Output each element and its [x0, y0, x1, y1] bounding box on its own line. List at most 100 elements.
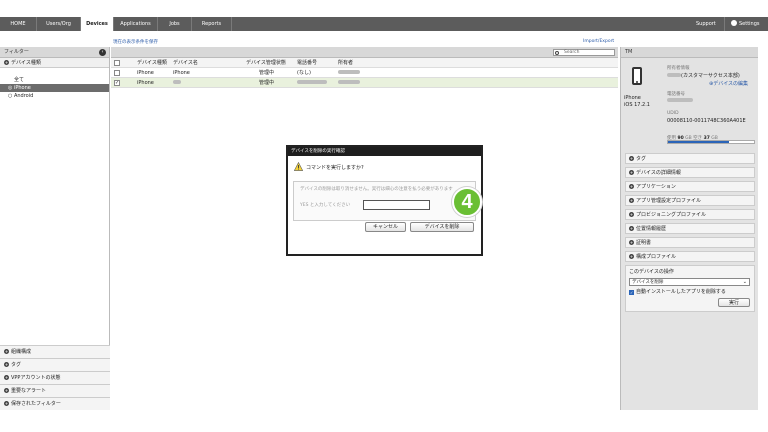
cell-status: 管理中	[259, 70, 275, 76]
yes-input-label: YES と入力してください	[300, 203, 351, 208]
filter-item-iphone[interactable]: ◎ iPhone	[0, 84, 109, 92]
owner-value: (カスタマーサクセス本部)	[667, 72, 740, 79]
delete-device-button[interactable]: デバイスを削除	[410, 222, 474, 232]
filter-section-org[interactable]: + 組織構成	[0, 345, 110, 358]
owner-org: (カスタマーサクセス本部)	[681, 73, 740, 79]
storage-used-label: 使用	[667, 136, 676, 141]
col-device-type[interactable]: デバイス種類	[137, 58, 167, 68]
yes-confirmation-input[interactable]	[363, 200, 430, 210]
section-label: 保存されたフィルター	[11, 401, 61, 407]
settings-link[interactable]: Settings	[724, 17, 760, 31]
filter-section-vpp[interactable]: + VPPアカウントの状態	[0, 371, 110, 384]
filter-item-label: Android	[13, 93, 34, 99]
device-operations: このデバイスの操作 デバイスを削除 ⌄ ✓ 自動インストールしたアプリを削除する …	[625, 265, 755, 312]
table-row[interactable]: iPhone iPhone 管理中 (なし)	[111, 68, 618, 78]
save-filter-link[interactable]: 現在の表示条件を保存	[113, 39, 158, 45]
expand-icon: +	[629, 198, 634, 203]
phone-number-label: 電話番号	[667, 92, 685, 97]
gear-icon	[731, 20, 737, 26]
filter-panel: フィルター ‹ + デバイス種類 全て ◎ iPhone ○ Android + 組…	[0, 47, 110, 410]
expand-icon: +	[629, 226, 634, 231]
filter-section-saved[interactable]: + 保存されたフィルター	[0, 397, 110, 410]
run-button[interactable]: 実行	[718, 298, 750, 307]
section-location-history[interactable]: + 位置情報履歴	[625, 223, 755, 234]
tab-jobs[interactable]: Jobs	[158, 17, 192, 31]
phone-icon	[632, 67, 642, 85]
section-tag[interactable]: + タグ	[625, 153, 755, 164]
storage-used-value: 90	[677, 136, 684, 141]
tab-reports[interactable]: Reports	[192, 17, 232, 31]
search-icon	[555, 51, 559, 55]
step-number-badge: 4	[452, 187, 482, 217]
col-management-status[interactable]: デバイス管理状態	[246, 58, 286, 68]
import-export-link[interactable]: Import/Export	[583, 39, 614, 44]
edit-device-link[interactable]: ⊕デバイスの編集	[709, 80, 748, 87]
edit-device-label: デバイスの編集	[713, 81, 749, 87]
filter-section-tag[interactable]: + タグ	[0, 358, 110, 371]
operations-title: このデバイスの操作	[629, 269, 674, 275]
device-model: iPhone	[624, 95, 641, 101]
filter-bottom-sections: + 組織構成 + タグ + VPPアカウントの状態 + 重要なアラート + 保存されたフィ…	[0, 345, 110, 410]
dialog-title: デバイスを削除の実行確認	[288, 147, 481, 156]
collapse-left-icon[interactable]: ‹	[99, 49, 106, 56]
row-checkbox[interactable]	[114, 70, 120, 76]
filter-section-alert[interactable]: + 重要なアラート	[0, 384, 110, 397]
section-label: 証明書	[636, 240, 652, 246]
cell-phone: (なし)	[297, 70, 311, 76]
section-device-details[interactable]: + デバイスの詳細情報	[625, 167, 755, 178]
cell-status: 管理中	[259, 80, 275, 86]
cell-device-type: iPhone	[137, 70, 154, 76]
device-detail-panel: TM 所有者情報 (カスタマーサクセス本部) ⊕デバイスの編集 電話番号 iPh…	[620, 47, 758, 410]
filter-header: フィルター ‹	[0, 47, 109, 58]
filter-item-label: iPhone	[13, 85, 31, 91]
expand-icon: +	[4, 375, 9, 380]
col-device-name[interactable]: デバイス名	[173, 58, 198, 68]
filter-item-all[interactable]: 全て	[0, 76, 109, 84]
col-phone[interactable]: 電話番号	[297, 58, 317, 68]
section-label: アプリ管理設定プロファイル	[636, 198, 702, 204]
section-label: タグ	[636, 156, 647, 162]
expand-icon: +	[629, 212, 634, 217]
operation-select[interactable]: デバイスを削除 ⌄	[629, 278, 750, 286]
support-link[interactable]: Support	[696, 17, 716, 31]
dialog-body: デバイスの削除は取り消せません。実行は細心の注意を払う必要があります YES と…	[293, 181, 476, 221]
section-app-config-profile[interactable]: + アプリ管理設定プロファイル	[625, 195, 755, 206]
expand-icon: +	[629, 184, 634, 189]
section-label: 組織構成	[11, 349, 32, 355]
section-applications[interactable]: + アプリケーション	[625, 181, 755, 192]
section-provisioning-profile[interactable]: + プロビジョニングプロファイル	[625, 209, 755, 220]
expand-icon: +	[4, 60, 9, 65]
table-row-selected[interactable]: ✓ iPhone 管理中	[111, 78, 618, 88]
tab-applications[interactable]: Applications	[114, 17, 158, 31]
chevron-down-icon: ⌄	[742, 279, 747, 285]
section-label: デバイス種類	[11, 60, 41, 66]
cancel-button[interactable]: キャンセル	[365, 222, 406, 232]
udid-value: 00008110-0011748C360A401E	[667, 118, 746, 124]
top-navigation: HOME Users/Org Devices Applications Jobs…	[0, 17, 768, 31]
select-all-checkbox[interactable]	[114, 60, 120, 66]
tab-devices[interactable]: Devices	[81, 17, 114, 31]
storage-summary: 使用 90 GB 空き 37 GB	[667, 135, 718, 141]
section-certificates[interactable]: + 証明書	[625, 237, 755, 248]
udid-label: UDID	[667, 111, 679, 116]
dialog-question: コマンドを実行しますか?	[294, 162, 364, 173]
tab-home[interactable]: HOME	[0, 17, 37, 31]
row-checkbox-checked[interactable]: ✓	[114, 80, 120, 86]
search-input[interactable]: Search	[553, 49, 615, 56]
section-label: 位置情報履歴	[636, 226, 667, 232]
cell-phone-redacted	[297, 78, 327, 88]
device-panel-header: TM	[621, 47, 758, 58]
cell-device-type: iPhone	[137, 80, 154, 86]
remove-apps-checkbox[interactable]: ✓ 自動インストールしたアプリを削除する	[629, 288, 726, 295]
filter-section-device-type[interactable]: + デバイス種類	[0, 58, 109, 68]
col-owner[interactable]: 所有者	[338, 58, 353, 68]
storage-free-label: 空き	[693, 136, 703, 141]
expand-icon: +	[629, 156, 634, 161]
checkbox-checked-icon: ✓	[629, 290, 634, 295]
section-label: プロビジョニングプロファイル	[636, 212, 707, 218]
filter-item-android[interactable]: ○ Android	[0, 92, 109, 100]
section-config-profile[interactable]: + 構成プロファイル	[625, 251, 755, 262]
storage-free-value: 37	[703, 136, 710, 141]
tab-users-org[interactable]: Users/Org	[37, 17, 81, 31]
filter-title: フィルター	[4, 49, 29, 55]
